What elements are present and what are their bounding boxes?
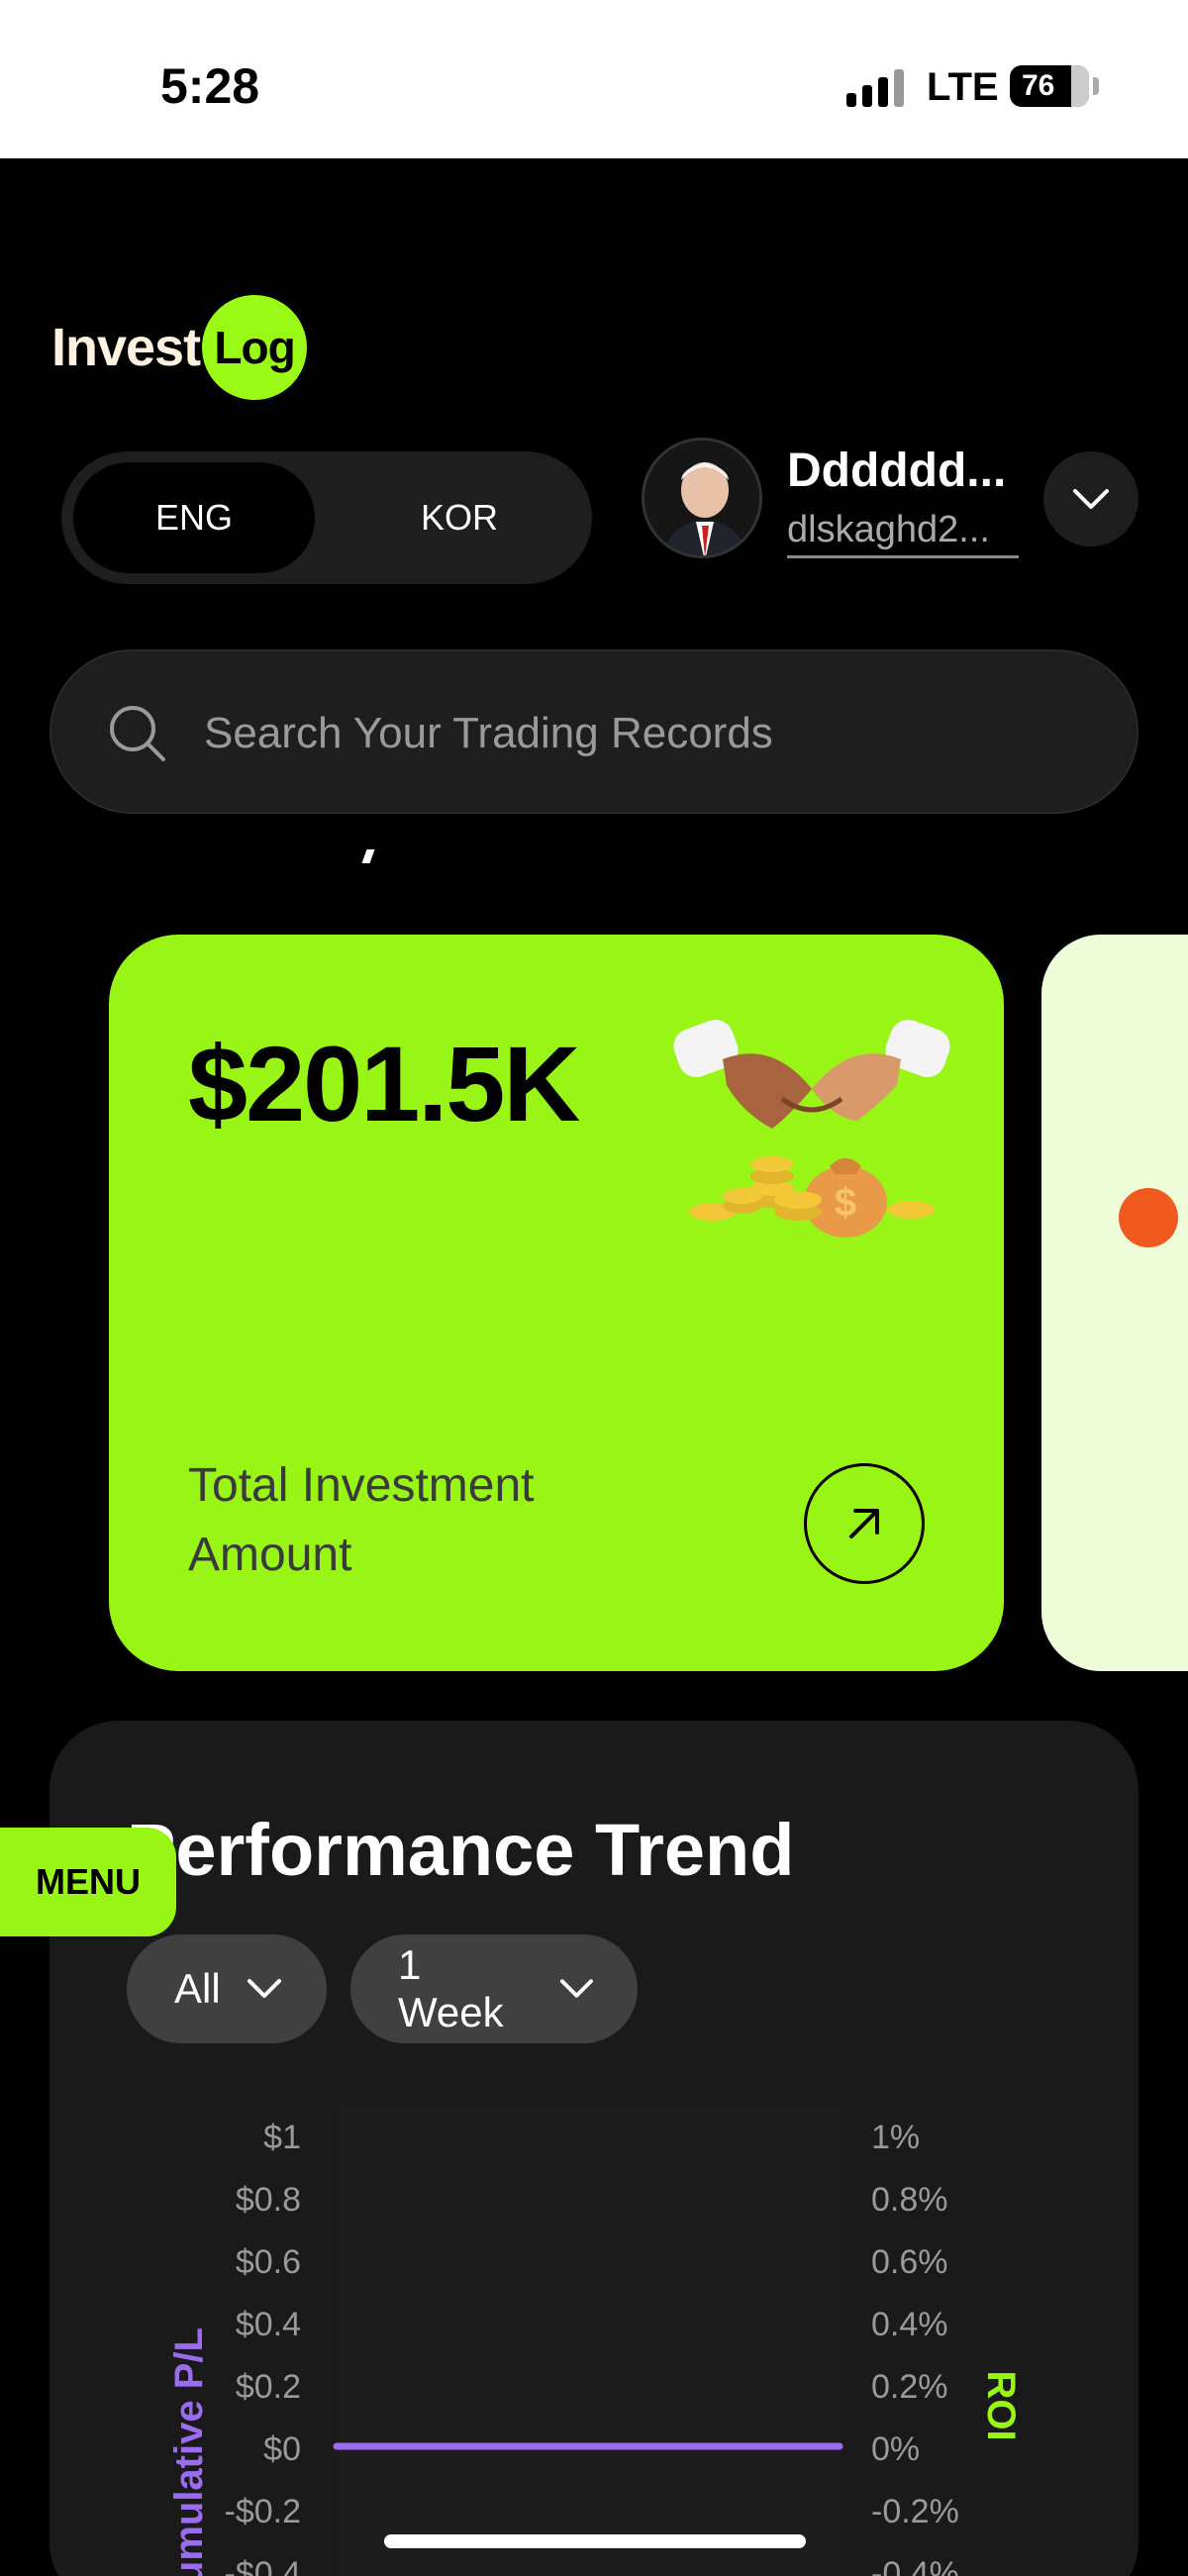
- svg-text:$: $: [835, 1181, 856, 1225]
- card-label: Total Investment Amount: [188, 1459, 535, 1581]
- period-filter-value: 1 Week: [398, 1941, 504, 2035]
- card-open-button[interactable]: [804, 1463, 925, 1584]
- menu-button[interactable]: MENU: [0, 1828, 176, 1936]
- left-axis-tick: $0.8: [236, 2181, 301, 2219]
- status-time: 5:28: [160, 58, 260, 114]
- left-axis-tick: -$0.4: [225, 2555, 302, 2576]
- logo-badge: Log: [202, 295, 308, 400]
- handshake-money-icon: $: [673, 1019, 950, 1238]
- right-axis-tick: 1%: [871, 2119, 920, 2156]
- logo-word: Invest: [51, 318, 201, 377]
- right-axis-tick: -0.2%: [871, 2493, 959, 2530]
- search-input[interactable]: Search Your Trading Records: [204, 709, 773, 758]
- card-icon: [1119, 1188, 1178, 1247]
- avatar[interactable]: [642, 438, 762, 558]
- left-axis-tick: -$0.2: [225, 2493, 302, 2530]
- user-name: Dddddd...: [787, 445, 1007, 497]
- left-axis-tick: $0.4: [236, 2306, 301, 2343]
- chevron-down-icon: [247, 1979, 281, 1998]
- search-bar[interactable]: Search Your Trading Records: [50, 649, 1138, 814]
- home-indicator: [384, 2534, 806, 2548]
- card-value: $201.5K: [188, 1024, 580, 1143]
- performance-chart: $1 $0.8 $0.6 $0.4 $0.2 $0 -$0.2 -$0.4 1% 0.8% 0.6%…: [167, 2105, 1023, 2576]
- battery-level: 76: [1022, 69, 1055, 102]
- left-axis-tick: $1: [263, 2119, 301, 2156]
- right-axis-tick: 0%: [871, 2430, 920, 2468]
- period-filter-dropdown[interactable]: 1 Week: [350, 1934, 638, 2043]
- right-axis-tick: -0.4%: [871, 2555, 959, 2576]
- chevron-down-icon: [560, 1979, 594, 1998]
- arrow-up-right-icon: [849, 1509, 879, 1538]
- user-id-link[interactable]: dlskaghd2...: [787, 509, 1019, 558]
- lang-option-kor[interactable]: KOR: [339, 462, 580, 573]
- chevron-down-icon: [1073, 489, 1109, 509]
- signal-icon: [846, 69, 904, 107]
- right-axis-tick: 0.6%: [871, 2243, 948, 2281]
- language-toggle[interactable]: ENG KOR: [61, 451, 592, 584]
- app-logo[interactable]: Invest Log: [51, 295, 308, 400]
- left-axis-tick: $0.6: [236, 2243, 301, 2281]
- user-menu-button[interactable]: [1043, 451, 1138, 546]
- left-axis-tick: $0: [263, 2430, 301, 2468]
- left-axis-tick: $0.2: [236, 2368, 301, 2406]
- right-axis-title: ROI: [979, 2370, 1023, 2440]
- battery-icon: 76: [1010, 65, 1099, 107]
- network-type: LTE: [927, 65, 999, 109]
- search-icon: [110, 706, 165, 761]
- left-axis-title: Cumulative P/L: [167, 2328, 211, 2576]
- status-bar: 5:28 LTE 76 investlog.io: [0, 0, 1188, 220]
- scope-filter-dropdown[interactable]: All: [127, 1934, 327, 2043]
- section-title: Performance Trend: [127, 1809, 795, 1891]
- address-bar[interactable]: investlog.io: [0, 176, 1188, 221]
- decorative-mark: [361, 849, 375, 863]
- right-axis-tick: 0.8%: [871, 2181, 948, 2219]
- lang-option-eng[interactable]: ENG: [73, 462, 315, 573]
- right-axis-tick: 0.4%: [871, 2306, 948, 2343]
- right-axis-tick: 0.2%: [871, 2368, 948, 2406]
- plot-area: [337, 2105, 840, 2576]
- summary-card-total-investment[interactable]: $201.5K $ Total Investment Amount: [109, 935, 1004, 1671]
- summary-card-next[interactable]: [1041, 935, 1188, 1671]
- scope-filter-value: All: [174, 1965, 221, 2012]
- avatar-image: [644, 441, 759, 555]
